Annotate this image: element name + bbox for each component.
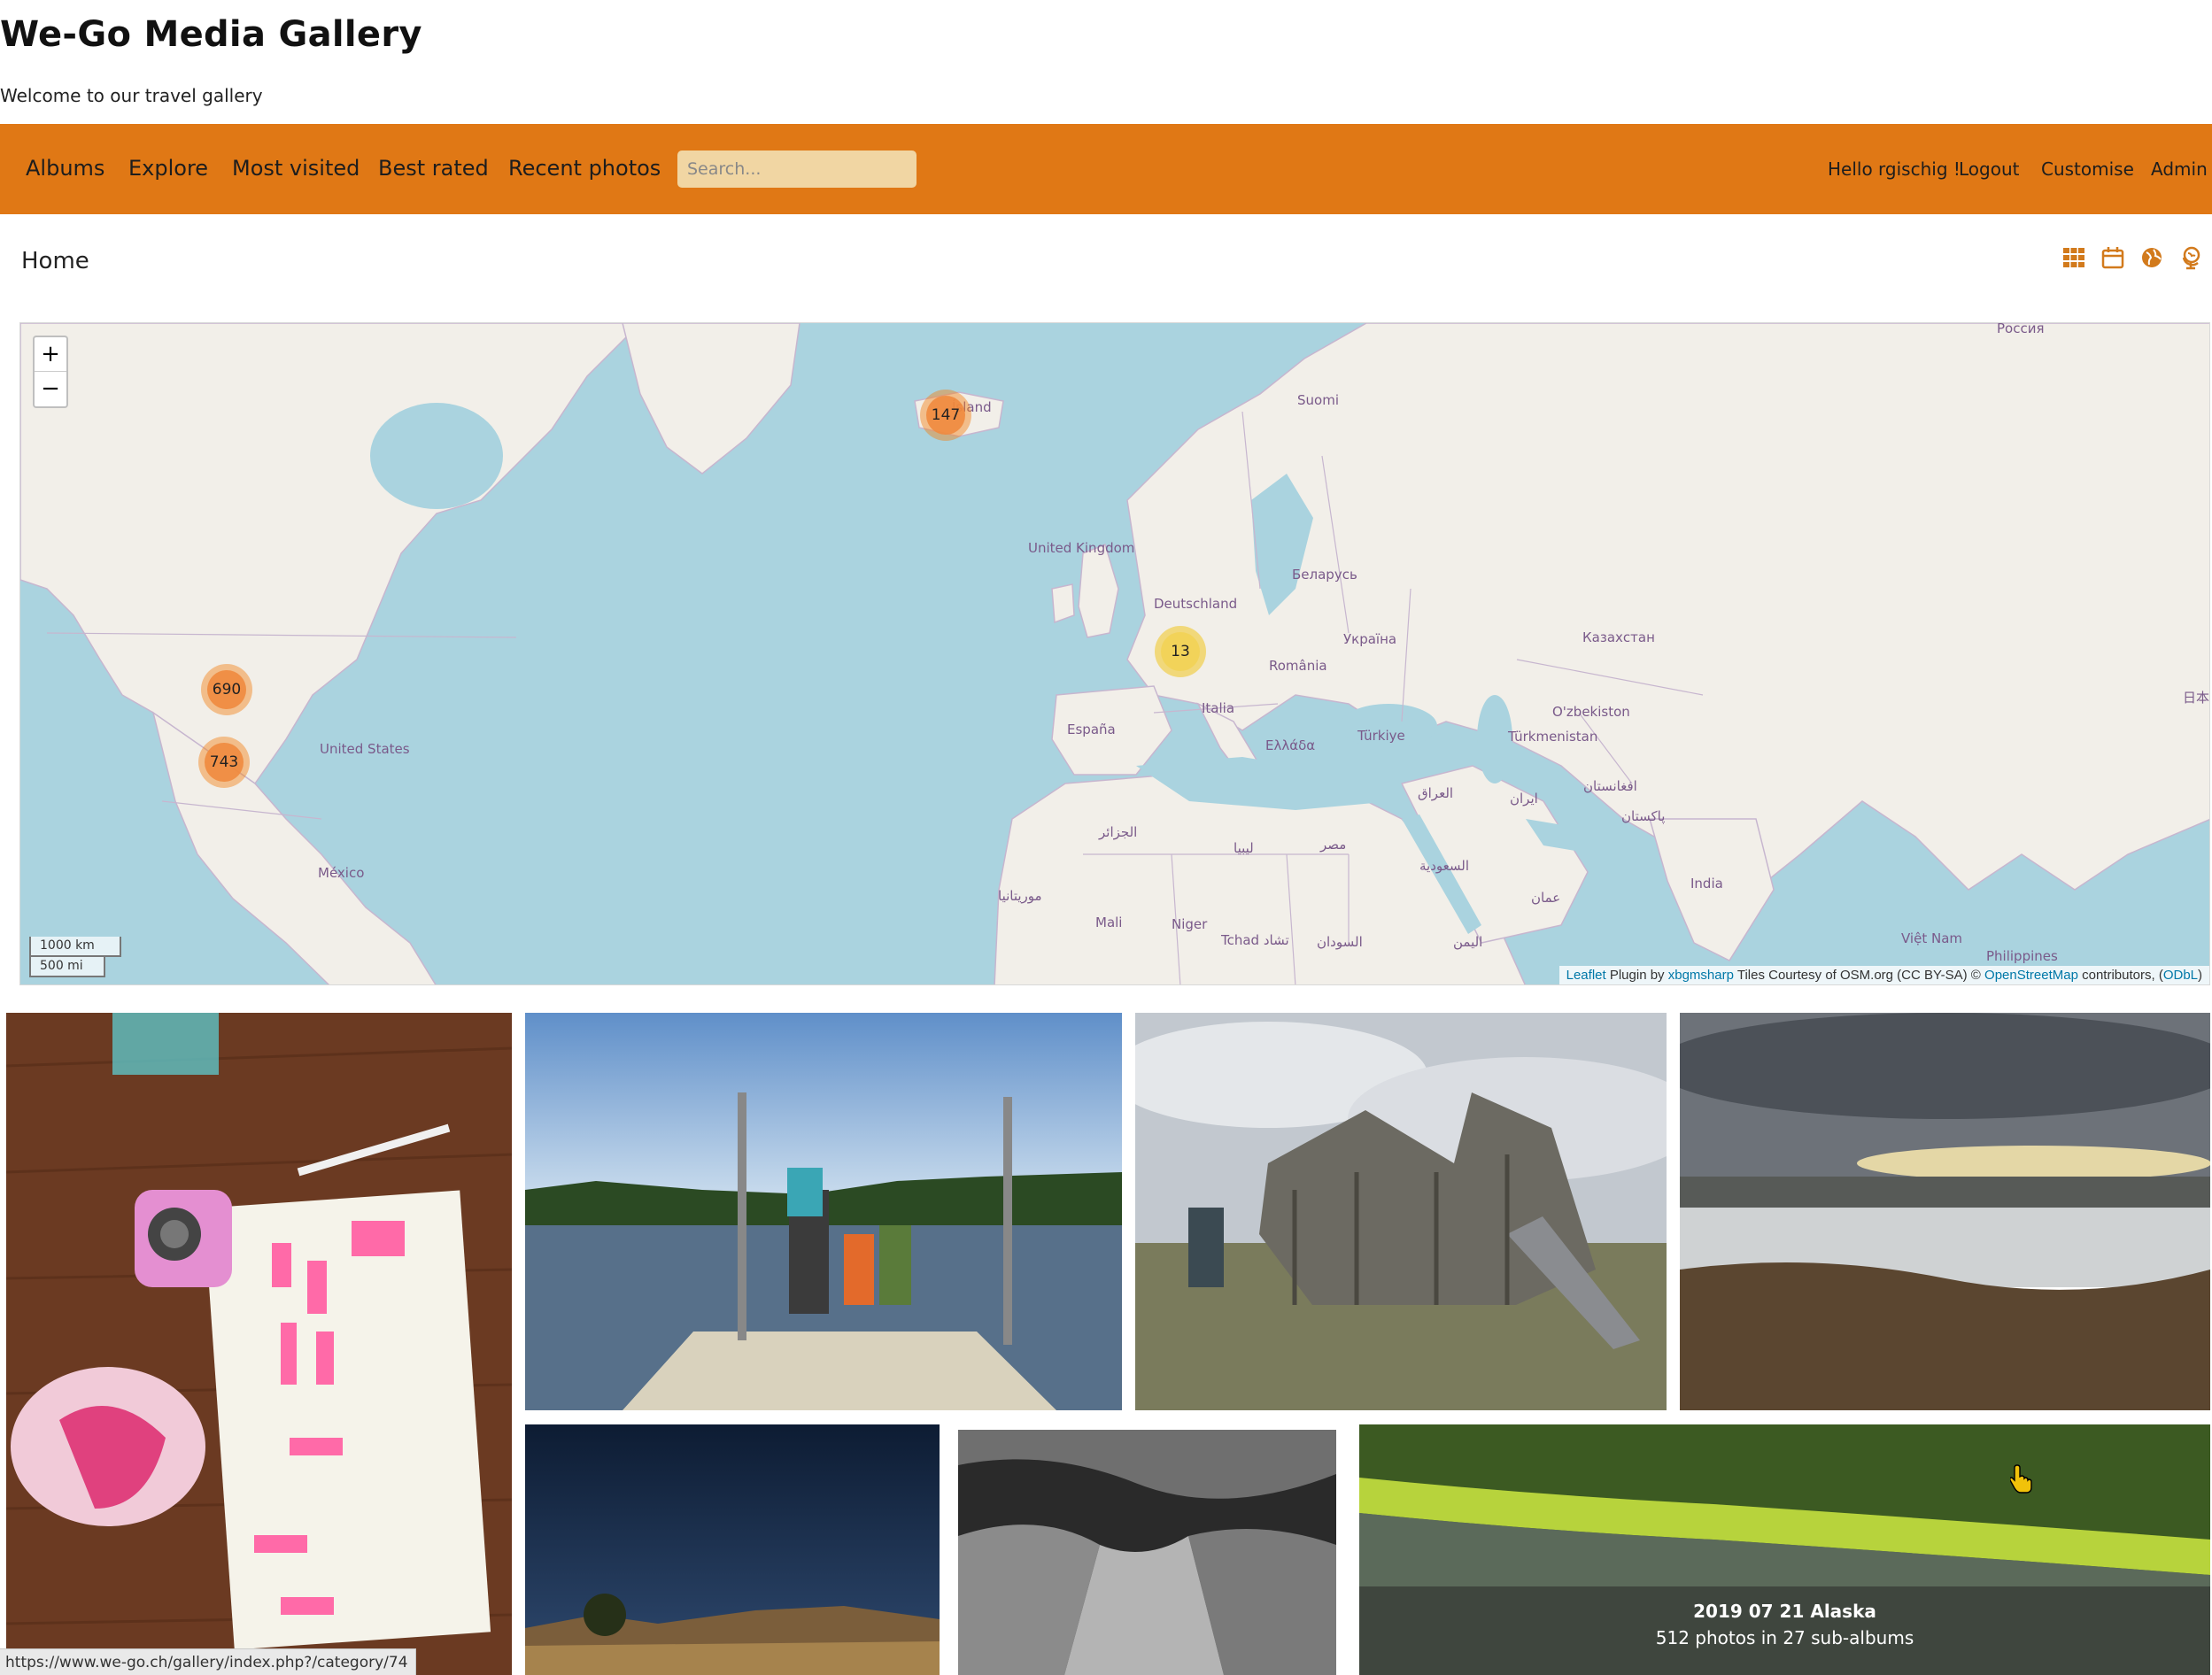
album-photo xyxy=(525,1424,940,1675)
grid-icon[interactable] xyxy=(2061,245,2086,270)
map-cluster-us-north[interactable]: 690 xyxy=(201,664,252,715)
map-label-tchad: Tchad تشاد xyxy=(1221,932,1289,948)
nav-bar: Albums Explore Most visited Best rated R… xyxy=(0,124,2212,214)
map-label-deutschland: Deutschland xyxy=(1154,596,1238,612)
cluster-count: 743 xyxy=(205,743,244,782)
search-input[interactable] xyxy=(677,151,917,188)
map-label-afghanistan: افغانستان xyxy=(1583,778,1637,794)
album-thumbnail-featured[interactable]: 2019 07 21 Alaska 512 photos in 27 sub-a… xyxy=(1359,1424,2210,1675)
map-label-espana: España xyxy=(1067,722,1116,737)
map-label-algeria: الجزائر xyxy=(1099,824,1138,840)
map-label-egypt: مصر xyxy=(1320,837,1347,853)
leaflet-link[interactable]: Leaflet xyxy=(1566,968,1606,983)
map-label-iran: ایران xyxy=(1510,791,1538,807)
map-label-uzbekistan: O'zbekiston xyxy=(1552,704,1630,720)
map-scale-mi: 500 mi xyxy=(29,957,105,977)
osm-link[interactable]: OpenStreetMap xyxy=(1984,968,2078,983)
album-title[interactable]: 2019 07 21 Alaska xyxy=(1359,1601,2210,1622)
attr-plugin-by: Plugin by xyxy=(1609,968,1665,983)
view-switcher xyxy=(2061,245,2203,270)
map-label-saudi: السعودية xyxy=(1419,858,1470,874)
status-bar-url: https://www.we-go.ch/gallery/index.php?/… xyxy=(0,1648,416,1675)
album-thumbnail[interactable] xyxy=(525,1424,940,1675)
attr-close: ) xyxy=(2198,968,2202,983)
odbl-link[interactable]: ODbL xyxy=(2163,968,2198,983)
logout-link[interactable]: Logout xyxy=(1959,158,2019,180)
album-thumbnail[interactable] xyxy=(1680,1013,2210,1410)
map-label-belarus: Беларусь xyxy=(1292,567,1357,583)
album-thumbnail[interactable] xyxy=(1135,1013,1667,1410)
breadcrumb-home[interactable]: Home xyxy=(21,248,89,274)
map-label-libya: ليبيا xyxy=(1234,840,1254,856)
admin-link[interactable]: Admin xyxy=(2151,158,2208,180)
album-photo xyxy=(958,1430,1336,1675)
map-label-vietnam: Việt Nam xyxy=(1901,930,1963,946)
album-thumbnail[interactable] xyxy=(953,1424,1342,1675)
map-label-turkmenistan: Türkmenistan xyxy=(1508,729,1598,745)
cluster-count: 13 xyxy=(1161,632,1200,671)
nav-albums[interactable]: Albums xyxy=(26,156,104,181)
album-subtitle: 512 photos in 27 sub-albums xyxy=(1655,1627,1914,1648)
cluster-count: 147 xyxy=(926,396,965,435)
site-tagline: Welcome to our travel gallery xyxy=(0,85,263,106)
map-label-ellada: Ελλάδα xyxy=(1265,737,1316,753)
album-thumbnail[interactable] xyxy=(6,1013,512,1675)
album-caption: 2019 07 21 Alaska 512 photos in 27 sub-a… xyxy=(1359,1586,2210,1675)
album-thumbnail[interactable] xyxy=(525,1013,1122,1410)
page: We-Go Media Gallery Welcome to our trave… xyxy=(0,0,2212,1675)
attr-contributors: contributors, ( xyxy=(2082,968,2163,983)
map-label-sudan: السودان xyxy=(1317,934,1363,950)
customise-link[interactable]: Customise xyxy=(2041,158,2134,180)
map-label-yemen: اليمن xyxy=(1453,934,1483,950)
map-label-india: India xyxy=(1690,876,1723,892)
map-label-niger: Niger xyxy=(1172,916,1208,932)
map-label-philippines: Philippines xyxy=(1986,948,2058,964)
nav-most-visited[interactable]: Most visited xyxy=(232,156,360,181)
zoom-control: + − xyxy=(33,336,68,408)
map-label-kazakhstan: Казахстан xyxy=(1582,629,1655,645)
map-scale-km: 1000 km xyxy=(29,937,121,957)
world-pin-icon[interactable] xyxy=(2178,245,2203,270)
map-label-romania: România xyxy=(1269,658,1327,674)
hand-cursor-icon xyxy=(2010,1464,2032,1494)
map-tiles[interactable] xyxy=(20,323,2210,985)
map-label-russia: Россия xyxy=(1997,322,2045,336)
map-label-uk: United Kingdom xyxy=(1028,540,1135,556)
map-label-japan: 日本 xyxy=(2183,690,2210,706)
map-label-mali: Mali xyxy=(1095,915,1123,930)
photo-map[interactable]: + − Россия Suomi Ísland United Kingdom Б… xyxy=(19,322,2210,985)
nav-explore[interactable]: Explore xyxy=(128,156,208,181)
map-label-pakistan: پاکستان xyxy=(1621,808,1666,824)
cluster-count: 690 xyxy=(207,670,246,709)
map-attribution: Leaflet Plugin by xbgmsharp Tiles Courte… xyxy=(1558,966,2209,984)
author-link[interactable]: xbgmsharp xyxy=(1668,968,1734,983)
attr-tiles: Tiles Courtesy of OSM.org (CC BY-SA) © xyxy=(1736,968,1981,983)
map-label-ukraine: Україна xyxy=(1343,631,1397,647)
map-cluster-iceland[interactable]: 147 xyxy=(920,390,971,441)
globe-icon[interactable] xyxy=(2139,245,2164,270)
album-photo xyxy=(6,1013,512,1675)
nav-recent-photos[interactable]: Recent photos xyxy=(508,156,661,181)
map-label-suomi: Suomi xyxy=(1297,392,1339,408)
album-photo xyxy=(1680,1013,2210,1410)
album-photo xyxy=(525,1013,1122,1410)
map-label-italia: Italia xyxy=(1202,700,1235,716)
map-label-us: United States xyxy=(320,741,410,757)
map-cluster-us-south[interactable]: 743 xyxy=(198,737,250,788)
zoom-out-button[interactable]: − xyxy=(35,372,66,406)
zoom-in-button[interactable]: + xyxy=(35,337,66,372)
map-label-turkiye: Türkiye xyxy=(1357,728,1405,744)
nav-best-rated[interactable]: Best rated xyxy=(378,156,489,181)
map-label-mauritania: موريتانيا xyxy=(998,888,1042,904)
map-label-iraq: العراق xyxy=(1418,785,1454,801)
map-label-mexico: México xyxy=(318,865,365,881)
map-label-oman: عمان xyxy=(1531,890,1561,906)
map-cluster-switzerland[interactable]: 13 xyxy=(1155,626,1206,677)
greeting-text: Hello rgischig ! xyxy=(1828,158,1961,180)
calendar-icon[interactable] xyxy=(2100,245,2125,270)
album-photo xyxy=(1135,1013,1667,1410)
site-title[interactable]: We-Go Media Gallery xyxy=(0,14,422,55)
